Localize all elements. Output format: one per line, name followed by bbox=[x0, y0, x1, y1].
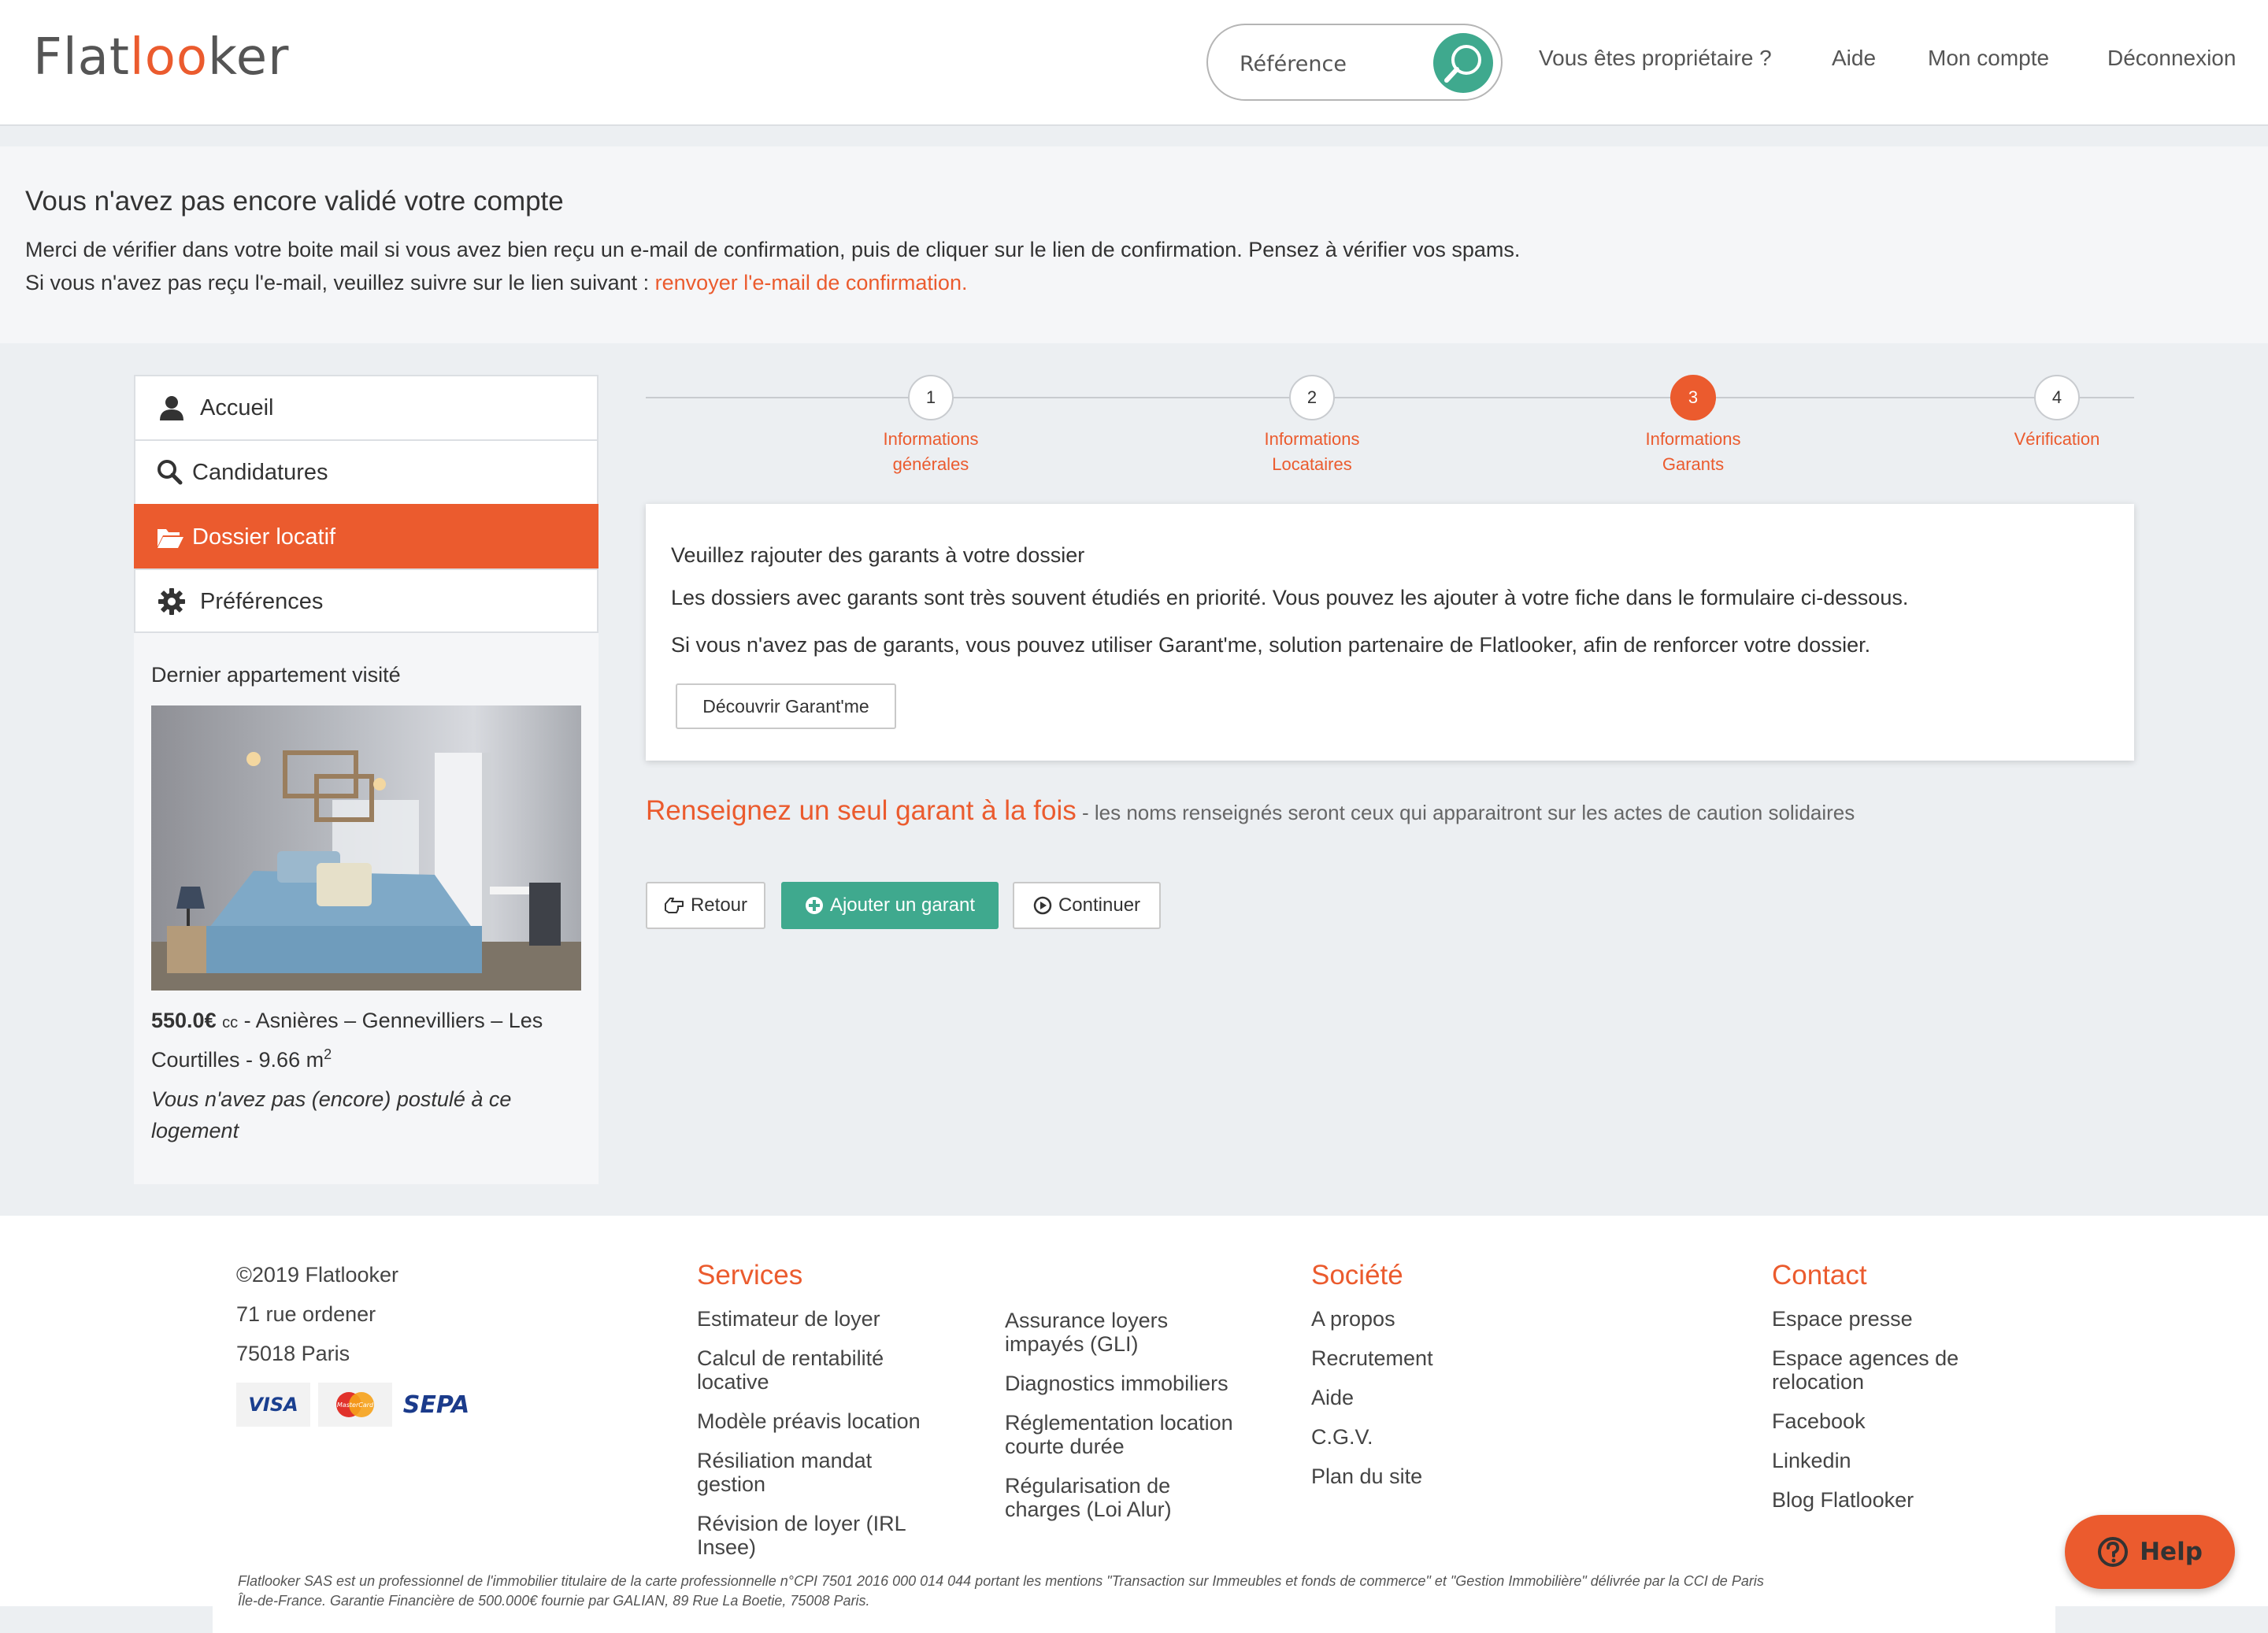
card-intro: Veuillez rajouter des garants à votre do… bbox=[671, 543, 1085, 567]
card-partner-text: Si vous n'avez pas de garants, vous pouv… bbox=[671, 633, 1871, 657]
help-label: Help bbox=[2140, 1538, 2203, 1566]
continue-button[interactable]: Continuer bbox=[1013, 882, 1161, 929]
add-guarantor-button[interactable]: Ajouter un garant bbox=[781, 882, 999, 929]
footer-link-preavis[interactable]: Modèle préavis location bbox=[697, 1409, 921, 1433]
footer-services-title: Services bbox=[697, 1260, 803, 1290]
mastercard-icon: MasterCard bbox=[336, 1392, 374, 1417]
footer-link-a-propos[interactable]: A propos bbox=[1311, 1307, 1395, 1331]
apartment-photo[interactable] bbox=[151, 705, 581, 991]
sidebar: Accueil Candidatures Dossier locatif Pré… bbox=[134, 375, 598, 1184]
banner-resend-line: Si vous n'avez pas reçu l'e-mail, veuill… bbox=[25, 271, 968, 294]
sidebar-item-label: Préférences bbox=[200, 589, 324, 614]
visa-logo: VISA bbox=[236, 1383, 310, 1427]
reference-search bbox=[1206, 24, 1503, 101]
back-label: Retour bbox=[690, 894, 748, 916]
sidebar-item-dossier-locatif[interactable]: Dossier locatif bbox=[134, 504, 598, 568]
guarantor-info-card: Veuillez rajouter des garants à votre do… bbox=[646, 504, 2134, 761]
footer-link-assurance[interactable]: Assurance loyers impayés (GLI) bbox=[1005, 1309, 1168, 1356]
folder-open-icon bbox=[158, 529, 183, 548]
sidebar-item-label: Accueil bbox=[200, 395, 274, 420]
footer-link-blog[interactable]: Blog Flatlooker bbox=[1772, 1488, 1914, 1512]
help-button[interactable]: Help bbox=[2065, 1515, 2235, 1589]
step-number: 2 bbox=[1289, 375, 1335, 420]
footer-link-aide[interactable]: Aide bbox=[1311, 1386, 1354, 1409]
sidebar-menu: Accueil Candidatures Dossier locatif Pré… bbox=[134, 375, 598, 633]
sidebar-item-label: Dossier locatif bbox=[192, 524, 336, 550]
step-3[interactable]: 3 Informations Garants bbox=[1599, 375, 1788, 477]
apartment-description[interactable]: 550.0€ cc - Asnières – Gennevilliers – L… bbox=[151, 1005, 592, 1076]
mastercard-logo: MasterCard bbox=[318, 1383, 392, 1427]
step-2[interactable]: 2 Informations Locataires bbox=[1217, 375, 1406, 477]
footer-link-espace-presse[interactable]: Espace presse bbox=[1772, 1307, 1913, 1331]
guarantor-section-heading: Renseignez un seul garant à la fois - le… bbox=[646, 795, 1855, 826]
card-priority-text: Les dossiers avec garants sont très souv… bbox=[671, 586, 1909, 609]
footer-copyright: ©2019 Flatlooker bbox=[236, 1263, 399, 1287]
sepa-logo: SEPA bbox=[398, 1383, 474, 1427]
back-button[interactable]: Retour bbox=[646, 882, 765, 929]
footer-legal-notice: Flatlooker SAS est un professionnel de l… bbox=[238, 1573, 1764, 1609]
footer-societe-title: Société bbox=[1311, 1260, 1403, 1290]
gear-icon bbox=[158, 588, 185, 615]
nav-logout-link[interactable]: Déconnexion bbox=[2107, 46, 2236, 71]
header: Flatlooker Vous êtes propriétaire ? Aide… bbox=[0, 0, 2268, 126]
footer-link-revision-loyer[interactable]: Révision de loyer (IRL Insee) bbox=[697, 1512, 906, 1559]
footer-link-recrutement[interactable]: Recrutement bbox=[1311, 1346, 1433, 1370]
footer-link-plan-du-site[interactable]: Plan du site bbox=[1311, 1465, 1422, 1488]
sidebar-item-preferences[interactable]: Préférences bbox=[134, 568, 598, 633]
nav-owner-link[interactable]: Vous êtes propriétaire ? bbox=[1539, 46, 1772, 71]
footer-link-regularisation[interactable]: Régularisation de charges (Loi Alur) bbox=[1005, 1474, 1172, 1521]
footer-address-street: 71 rue ordener bbox=[236, 1302, 376, 1326]
progress-stepper: 1 Informations générales 2 Informations Lo… bbox=[646, 375, 2134, 477]
footer-link-cgv[interactable]: C.G.V. bbox=[1311, 1425, 1373, 1449]
step-number: 4 bbox=[2034, 375, 2080, 420]
sidebar-item-candidatures[interactable]: Candidatures bbox=[134, 439, 598, 504]
step-1[interactable]: 1 Informations générales bbox=[836, 375, 1025, 477]
reference-search-input[interactable] bbox=[1240, 44, 1421, 83]
banner-title: Vous n'avez pas encore validé votre comp… bbox=[25, 186, 564, 217]
step-label: Informations Locataires bbox=[1264, 429, 1360, 474]
discover-garantme-button[interactable]: Découvrir Garant'me bbox=[676, 683, 896, 729]
add-guarantor-label: Ajouter un garant bbox=[829, 894, 976, 916]
last-visited-title: Dernier appartement visité bbox=[151, 663, 401, 687]
step-label: Informations générales bbox=[883, 429, 979, 474]
footer-link-rentabilite[interactable]: Calcul de rentabilité locative bbox=[697, 1346, 884, 1394]
footer-link-reglementation[interactable]: Réglementation location courte durée bbox=[1005, 1411, 1233, 1458]
search-icon bbox=[158, 460, 183, 485]
footer-link-estimateur[interactable]: Estimateur de loyer bbox=[697, 1307, 880, 1331]
sidebar-item-label: Candidatures bbox=[192, 460, 328, 485]
footer-link-linkedin[interactable]: Linkedin bbox=[1772, 1449, 1851, 1472]
resend-confirmation-link[interactable]: renvoyer l'e-mail de confirmation. bbox=[655, 271, 968, 294]
step-number: 3 bbox=[1670, 375, 1716, 420]
apartment-application-note: Vous n'avez pas (encore) postulé à ce lo… bbox=[151, 1087, 512, 1142]
user-icon bbox=[160, 396, 183, 420]
account-validation-banner: Vous n'avez pas encore validé votre comp… bbox=[0, 146, 2268, 343]
nav-help-link[interactable]: Aide bbox=[1832, 46, 1876, 71]
search-icon bbox=[1444, 45, 1481, 83]
step-4[interactable]: 4 Vérification bbox=[1962, 375, 2151, 452]
footer-link-facebook[interactable]: Facebook bbox=[1772, 1409, 1866, 1433]
footer-link-espace-agences[interactable]: Espace agences de relocation bbox=[1772, 1346, 1959, 1394]
nav-account-link[interactable]: Mon compte bbox=[1928, 46, 2049, 71]
play-circle-icon bbox=[1033, 896, 1052, 915]
step-number: 1 bbox=[908, 375, 954, 420]
flatlooker-logo[interactable]: Flatlooker bbox=[33, 28, 289, 87]
sidebar-item-accueil[interactable]: Accueil bbox=[134, 375, 598, 439]
hand-pointer-icon bbox=[664, 898, 684, 913]
footer-link-diagnostics[interactable]: Diagnostics immobiliers bbox=[1005, 1372, 1228, 1395]
continue-label: Continuer bbox=[1058, 894, 1141, 916]
question-circle-icon bbox=[2098, 1537, 2129, 1567]
footer-address-city: 75018 Paris bbox=[236, 1342, 350, 1365]
step-label: Informations Garants bbox=[1645, 429, 1741, 474]
svg-text:MasterCard: MasterCard bbox=[337, 1402, 374, 1409]
step-label: Vérification bbox=[2014, 429, 2100, 449]
footer-contact-title: Contact bbox=[1772, 1260, 1867, 1290]
banner-message: Merci de vérifier dans votre boite mail … bbox=[25, 238, 1521, 261]
plus-circle-icon bbox=[805, 897, 823, 914]
bedroom-image bbox=[151, 705, 581, 991]
footer-link-resiliation[interactable]: Résiliation mandat gestion bbox=[697, 1449, 872, 1496]
search-button[interactable] bbox=[1433, 33, 1493, 93]
